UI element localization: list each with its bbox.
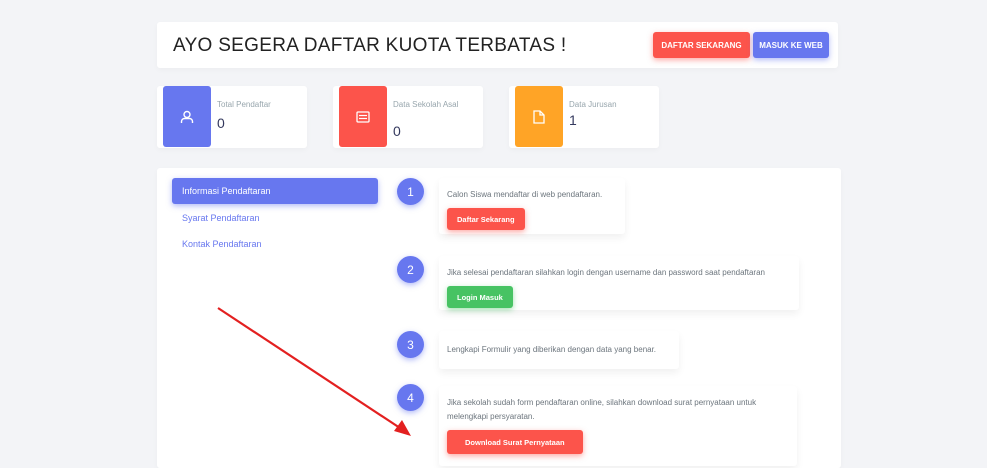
download-surat-pernyataan-button[interactable]: Download Surat Pernyataan <box>447 430 583 454</box>
stat-label: Data Jurusan <box>569 100 617 109</box>
step-box-4: Jika sekolah sudah form pendaftaran onli… <box>439 386 797 466</box>
stat-label: Total Pendaftar <box>217 100 271 109</box>
daftar-sekarang-step-button[interactable]: Daftar Sekarang <box>447 208 525 230</box>
step-text: Jika selesai pendaftaran silahkan login … <box>447 268 765 277</box>
sidebar-item-syarat[interactable]: Syarat Pendaftaran <box>172 205 378 231</box>
stat-label: Data Sekolah Asal <box>393 100 459 109</box>
step-box-3: Lengkapi Formulir yang diberikan dengan … <box>439 331 679 369</box>
stat-value: 0 <box>217 115 225 131</box>
masuk-ke-web-button[interactable]: MASUK KE WEB <box>753 32 829 58</box>
school-card-icon <box>339 86 387 147</box>
step-number: 2 <box>397 256 424 283</box>
login-masuk-button[interactable]: Login Masuk <box>447 286 513 308</box>
step-text: Lengkapi Formulir yang diberikan dengan … <box>447 345 657 354</box>
stat-value: 0 <box>393 123 401 139</box>
stat-card-data-jurusan: Data Jurusan 1 <box>509 86 659 148</box>
page-title: AYO SEGERA DAFTAR KUOTA TERBATAS ! <box>173 35 567 56</box>
step-text: Jika sekolah sudah form pendaftaran onli… <box>447 398 757 421</box>
file-icon <box>515 86 563 147</box>
step-box-1: Calon Siswa mendaftar di web pendaftaran… <box>439 178 625 234</box>
daftar-sekarang-button[interactable]: DAFTAR SEKARANG <box>653 32 750 58</box>
step-number: 4 <box>397 384 424 411</box>
step-text: Calon Siswa mendaftar di web pendaftaran… <box>447 190 603 199</box>
step-number: 1 <box>397 178 424 205</box>
step-number: 3 <box>397 331 424 358</box>
sidebar-item-kontak[interactable]: Kontak Pendaftaran <box>172 231 378 257</box>
stat-value: 1 <box>569 112 577 128</box>
user-icon <box>163 86 211 147</box>
info-card: Informasi Pendaftaran Syarat Pendaftaran… <box>157 168 841 468</box>
stat-card-total-pendaftar: Total Pendaftar 0 <box>157 86 307 148</box>
header-card: AYO SEGERA DAFTAR KUOTA TERBATAS ! DAFTA… <box>157 22 838 68</box>
stat-card-data-sekolah: Data Sekolah Asal 0 <box>333 86 483 148</box>
sidebar-item-informasi[interactable]: Informasi Pendaftaran <box>172 178 378 204</box>
step-box-2: Jika selesai pendaftaran silahkan login … <box>439 256 799 310</box>
